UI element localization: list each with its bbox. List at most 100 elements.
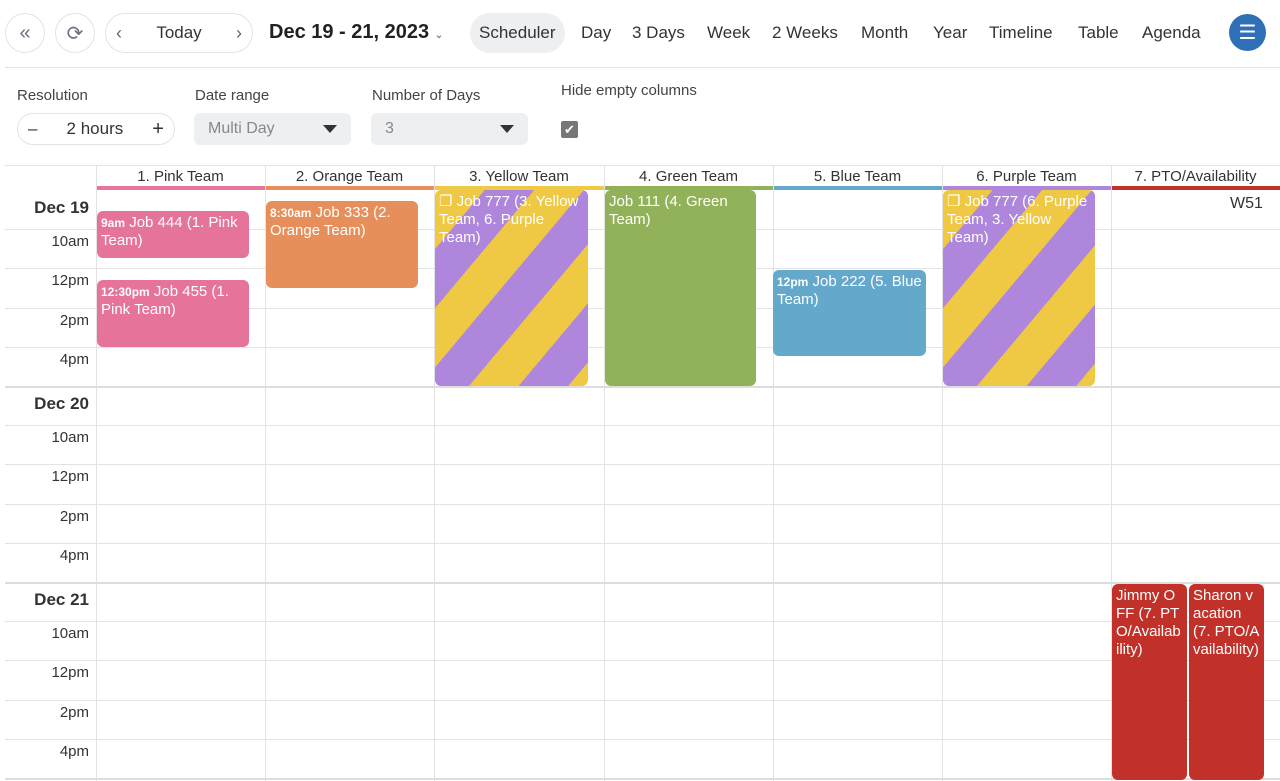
tab-month[interactable]: Month	[852, 13, 917, 53]
dropdown-arrow-icon	[323, 125, 337, 133]
week-number: W51	[1230, 195, 1263, 212]
double-chevron-left-icon: «	[19, 21, 31, 44]
column-header: 5. Blue Team	[773, 165, 942, 190]
event-title: Job 777 (3. Yellow Team, 6. Purple Team)	[439, 193, 579, 246]
dropdown-arrow-icon	[500, 125, 514, 133]
column-header: 4. Green Team	[604, 165, 773, 190]
column-header: 7. PTO/Availability	[1111, 165, 1280, 190]
time-label: 10am	[51, 625, 89, 643]
date-range-text[interactable]: Dec 19 - 21, 2023	[269, 21, 429, 43]
column-header: 3. Yellow Team	[434, 165, 604, 190]
column-header: 6. Purple Team	[942, 165, 1111, 190]
day-label: Dec 20	[34, 394, 89, 413]
copy-icon: ❐	[439, 193, 453, 210]
event-time: 12pm	[777, 275, 809, 289]
tab-agenda[interactable]: Agenda	[1133, 13, 1210, 53]
refresh-icon: ⟳	[66, 22, 84, 45]
column-name: 1. Pink Team	[137, 168, 224, 185]
tab-timeline[interactable]: Timeline	[980, 13, 1062, 53]
menu-button[interactable]: ☰	[1229, 14, 1266, 51]
resolution-label: Resolution	[17, 87, 88, 104]
chevron-right-icon[interactable]: ›	[236, 23, 242, 44]
tab-week[interactable]: Week	[698, 13, 759, 53]
event-title: Job 777 (6. Purple Team, 3. Yellow Team)	[947, 193, 1088, 246]
column-divider	[96, 165, 97, 781]
time-label: 4pm	[59, 546, 89, 564]
event-card[interactable]: 8:30am Job 333 (2. Orange Team)	[266, 201, 418, 288]
decrement-button[interactable]: –	[28, 119, 37, 139]
today-button[interactable]: Today	[156, 23, 201, 43]
event-time: 8:30am	[270, 206, 312, 220]
chevron-down-icon: ⌄	[434, 30, 444, 41]
days-select[interactable]: 3	[371, 113, 528, 145]
resolution-value: 2 hours	[66, 119, 124, 138]
time-label: 10am	[51, 233, 89, 251]
refresh-button[interactable]: ⟳	[55, 13, 95, 53]
date-range-label: Date range	[195, 87, 270, 104]
row-line	[5, 543, 1280, 544]
event-time: 12:30pm	[101, 285, 150, 299]
event-card[interactable]: 9am Job 444 (1. Pink Team)	[97, 211, 249, 258]
column-header: 1. Pink Team	[96, 165, 265, 190]
row-line	[5, 582, 1280, 584]
tab-day[interactable]: Day	[572, 13, 620, 53]
row-line	[5, 425, 1280, 426]
hamburger-menu-icon: ☰	[1238, 22, 1257, 44]
days-label: Number of Days	[372, 87, 481, 104]
row-line	[5, 464, 1280, 465]
tab-table[interactable]: Table	[1069, 13, 1128, 53]
tab-2-weeks[interactable]: 2 Weeks	[763, 13, 847, 53]
time-label: 12pm	[51, 468, 89, 486]
column-name: 5. Blue Team	[813, 168, 902, 185]
column-color-bar	[1111, 186, 1280, 190]
event-card[interactable]: 12:30pm Job 455 (1. Pink Team)	[97, 280, 249, 347]
tab-year[interactable]: Year	[924, 13, 976, 53]
row-line	[5, 660, 1280, 661]
hide-empty-checkbox[interactable]: ✔	[561, 121, 578, 138]
time-label: 10am	[51, 429, 89, 447]
date-range-title[interactable]: Dec 19 - 21, 2023 ⌄	[269, 21, 443, 44]
column-divider	[773, 165, 774, 781]
row-line	[5, 621, 1280, 622]
event-title: Job 111 (4. Green Team)	[609, 193, 728, 228]
tab-scheduler[interactable]: Scheduler	[470, 13, 565, 53]
event-card[interactable]: Job 111 (4. Green Team)	[605, 190, 756, 386]
row-line	[5, 778, 1280, 780]
time-label: 2pm	[59, 703, 89, 721]
tab-3-days[interactable]: 3 Days	[623, 13, 694, 53]
event-time: 9am	[101, 216, 126, 230]
event-title: Sharon vacation (7. PTO/Availability)	[1193, 587, 1260, 658]
time-label: 12pm	[51, 664, 89, 682]
event-card[interactable]: 12pm Job 222 (5. Blue Team)	[773, 270, 926, 356]
collapse-button[interactable]: «	[5, 13, 45, 53]
time-label: 4pm	[59, 350, 89, 368]
column-name: 7. PTO/Availability	[1134, 168, 1257, 185]
time-label: 2pm	[59, 507, 89, 525]
chevron-left-icon[interactable]: ‹	[116, 23, 122, 44]
copy-icon: ❐	[947, 193, 961, 210]
column-name: 2. Orange Team	[295, 168, 404, 185]
column-name: 6. Purple Team	[976, 168, 1077, 185]
column-color-bar	[773, 186, 942, 190]
event-title: Jimmy OFF (7. PTO/Availability)	[1116, 587, 1181, 658]
event-card[interactable]: Jimmy OFF (7. PTO/Availability)	[1112, 584, 1187, 780]
event-card[interactable]: Sharon vacation (7. PTO/Availability)	[1189, 584, 1264, 780]
row-line	[5, 386, 1280, 388]
date-navigator: ‹ Today ›	[105, 13, 253, 53]
column-name: 3. Yellow Team	[469, 168, 569, 185]
row-line	[5, 504, 1280, 505]
row-line	[5, 700, 1280, 701]
column-color-bar	[265, 186, 434, 190]
resolution-stepper: – 2 hours +	[17, 113, 175, 145]
row-line	[5, 739, 1280, 740]
days-value: 3	[385, 120, 394, 137]
event-card[interactable]: ❐ Job 777 (6. Purple Team, 3. Yellow Tea…	[943, 190, 1095, 386]
increment-button[interactable]: +	[152, 118, 164, 141]
event-card[interactable]: ❐ Job 777 (3. Yellow Team, 6. Purple Tea…	[435, 190, 588, 386]
column-name: 4. Green Team	[639, 168, 738, 185]
time-label: 4pm	[59, 742, 89, 760]
column-color-bar	[96, 186, 265, 190]
day-label: Dec 21	[34, 590, 89, 609]
date-range-select[interactable]: Multi Day	[194, 113, 351, 145]
time-label: 12pm	[51, 272, 89, 290]
